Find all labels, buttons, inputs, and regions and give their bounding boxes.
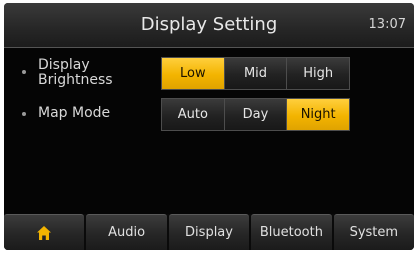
- head-unit-screen: Display Setting 13:07 Display Brightness…: [4, 3, 414, 250]
- brightness-selector: Low Mid High: [161, 57, 350, 90]
- tab-bluetooth[interactable]: Bluetooth: [251, 214, 332, 250]
- map-mode-bullet: [22, 112, 26, 116]
- tab-display[interactable]: Display: [168, 214, 250, 250]
- brightness-bullet: [22, 70, 26, 74]
- bottom-tab-bar: Audio Display Bluetooth System: [4, 214, 414, 250]
- map-mode-label: Map Mode: [38, 105, 111, 121]
- map-mode-day-button[interactable]: Day: [224, 99, 288, 130]
- home-icon: [37, 225, 52, 240]
- tab-system[interactable]: System: [333, 214, 414, 250]
- brightness-mid-button[interactable]: Mid: [224, 58, 288, 89]
- brightness-label-line1: Display: [38, 57, 90, 73]
- clock: 13:07: [368, 17, 406, 32]
- brightness-label: Display Brightness: [38, 58, 113, 88]
- map-mode-selector: Auto Day Night: [161, 98, 350, 131]
- map-mode-night-button[interactable]: Night: [287, 99, 350, 130]
- page-title: Display Setting: [140, 14, 278, 35]
- brightness-high-button[interactable]: High: [287, 58, 350, 89]
- map-mode-auto-button[interactable]: Auto: [162, 99, 225, 130]
- brightness-low-button[interactable]: Low: [162, 58, 225, 89]
- brightness-label-line2: Brightness: [38, 72, 113, 88]
- tab-audio[interactable]: Audio: [86, 214, 167, 250]
- title-bar: Display Setting 13:07: [4, 3, 414, 48]
- tab-home[interactable]: [4, 214, 85, 250]
